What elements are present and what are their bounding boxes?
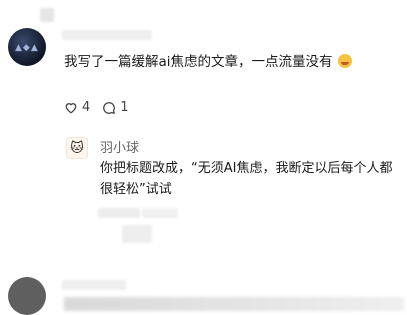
comment-count: 1 xyxy=(120,100,129,115)
comment-text-content: 我写了一篇缓解ai焦虑的文章，一点流量没有 xyxy=(64,54,333,70)
heart-outline-icon xyxy=(65,103,77,114)
reply-author[interactable]: 羽小球 xyxy=(100,137,139,156)
reply-avatar[interactable]: 🐱 xyxy=(66,137,88,159)
comment-actions: 4 1 xyxy=(64,100,129,115)
commenter-avatar[interactable]: ▲◆▲ xyxy=(8,28,46,66)
comment-button[interactable]: 1 xyxy=(102,100,129,115)
grinning-face-emoji-icon xyxy=(337,54,352,68)
comment-text: 我写了一篇缓解ai焦虑的文章，一点流量没有 xyxy=(64,50,352,70)
blurred-reply-meta xyxy=(98,208,140,218)
blurred-image xyxy=(122,225,152,243)
blurred-next-comment-text xyxy=(64,297,404,311)
blurred-username-top xyxy=(40,8,54,22)
blurred-meta-top xyxy=(62,30,152,40)
comment-bubble-icon xyxy=(103,101,116,114)
cat-avatar-icon: 🐱 xyxy=(70,140,84,156)
avatar-graphic: ▲◆▲ xyxy=(15,43,39,53)
reply-text: 你把标题改成，“无须AI焦虑，我断定以后每个人都很轻松”试试 xyxy=(100,161,393,197)
blurred-next-username xyxy=(62,280,126,290)
like-count: 4 xyxy=(82,100,91,115)
blurred-reply-meta-2 xyxy=(142,208,178,218)
next-commenter-avatar[interactable] xyxy=(8,277,46,315)
like-button[interactable]: 4 xyxy=(64,100,90,115)
